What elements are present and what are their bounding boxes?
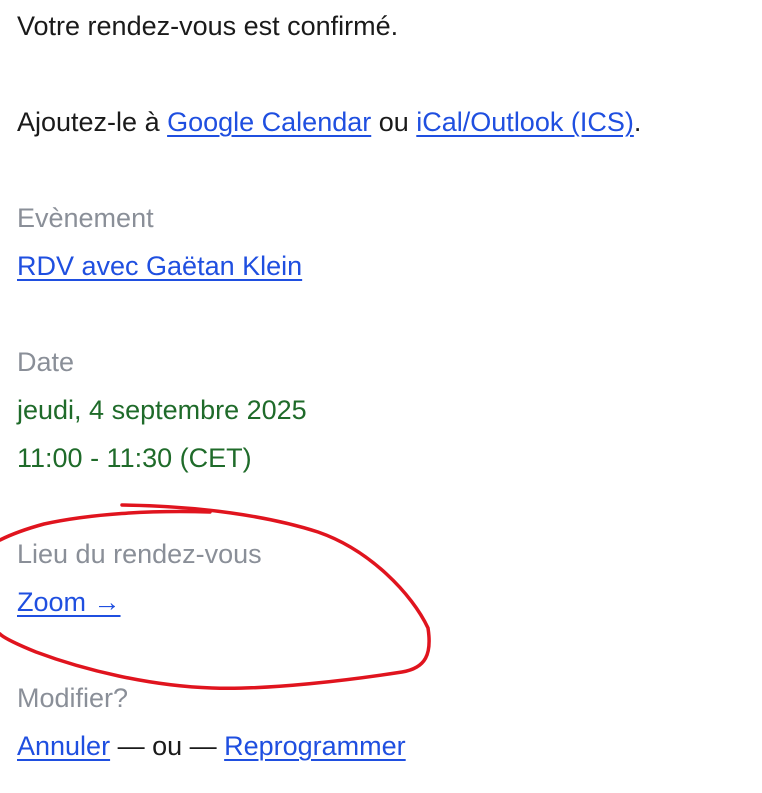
date-time: 11:00 - 11:30 (CET) xyxy=(17,443,252,473)
event-value-line: RDV avec Gaëtan Klein xyxy=(17,250,302,282)
ics-link[interactable]: iCal/Outlook (ICS) xyxy=(416,107,634,137)
date-day: jeudi, 4 septembre 2025 xyxy=(17,395,307,425)
add-to-calendar-line: Ajoutez-le à Google Calendar ou iCal/Out… xyxy=(17,106,641,138)
location-label: Lieu du rendez-vous xyxy=(17,539,262,569)
add-to-calendar-suffix: . xyxy=(633,107,642,137)
date-label: Date xyxy=(17,347,75,377)
add-to-calendar-prefix: Ajoutez-le à xyxy=(17,107,168,137)
zoom-link[interactable]: Zoom → xyxy=(17,587,121,617)
modify-separator: — ou — xyxy=(110,731,225,761)
add-to-calendar-connector: ou xyxy=(371,107,417,137)
event-label: Evènement xyxy=(17,203,154,233)
reschedule-link[interactable]: Reprogrammer xyxy=(224,731,406,761)
event-link[interactable]: RDV avec Gaëtan Klein xyxy=(17,251,302,281)
cancel-link[interactable]: Annuler xyxy=(17,731,110,761)
modify-label: Modifier? xyxy=(17,683,129,713)
location-value-line: Zoom → xyxy=(17,586,121,618)
modify-actions: Annuler — ou — Reprogrammer xyxy=(17,730,406,762)
annotation-stroke-start xyxy=(0,509,212,542)
google-calendar-link[interactable]: Google Calendar xyxy=(167,107,371,137)
confirmation-message: Votre rendez-vous est confirmé. xyxy=(17,11,399,41)
